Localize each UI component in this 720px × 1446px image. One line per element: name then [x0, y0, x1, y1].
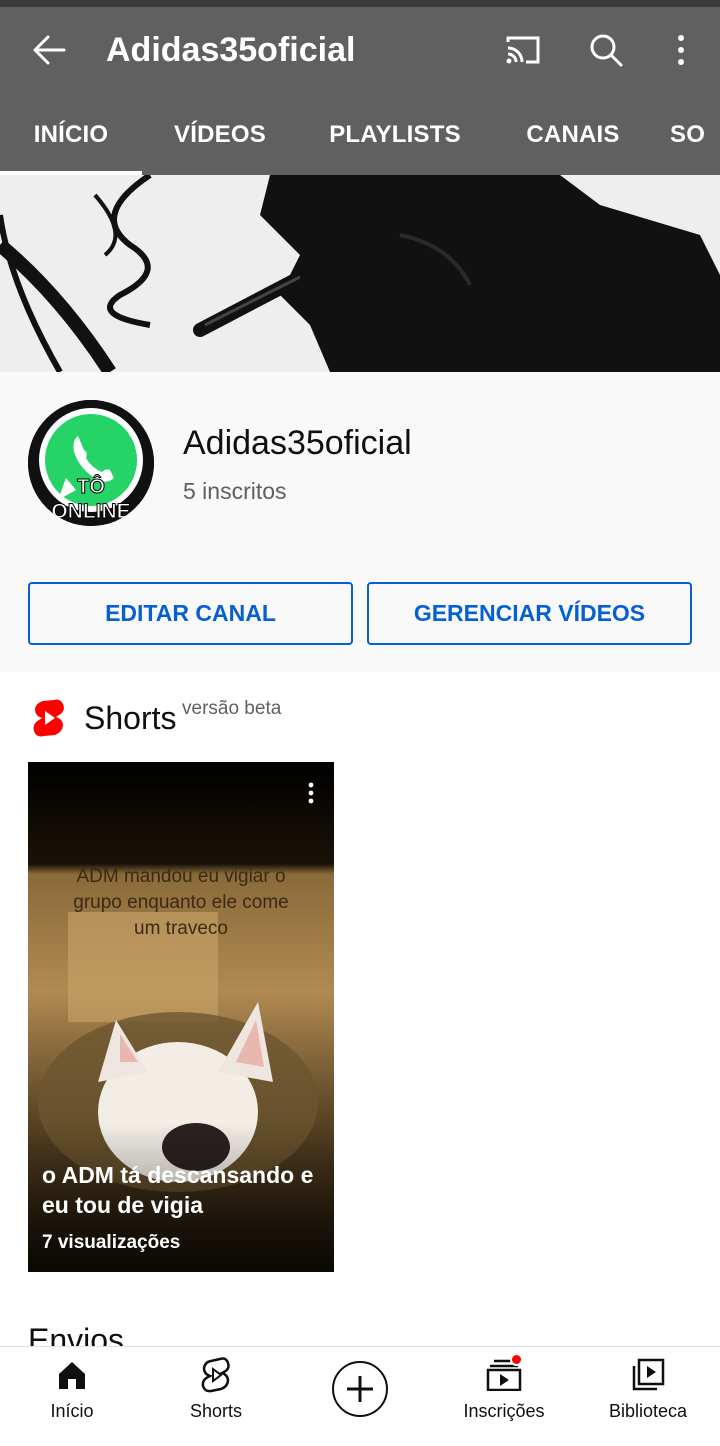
- tab-videos[interactable]: VÍDEOS: [142, 95, 298, 175]
- channel-header: TÔ ONLINE Adidas35oficial 5 inscritos ED…: [0, 372, 720, 672]
- search-button[interactable]: [580, 27, 632, 73]
- svg-text:ADM mandou eu vigiar o: ADM mandou eu vigiar o: [76, 866, 285, 887]
- channel-home-content: Shorts versão beta ADM mandou eu vigiar …: [0, 672, 720, 1346]
- channel-banner: [0, 175, 720, 372]
- cast-button[interactable]: [497, 27, 549, 73]
- cast-icon: [506, 36, 540, 64]
- short-view-count: 7 visualizações: [42, 1232, 181, 1253]
- create-button[interactable]: [332, 1361, 388, 1417]
- manage-videos-button[interactable]: GERENCIAR VÍDEOS: [367, 582, 692, 645]
- edit-channel-button[interactable]: EDITAR CANAL: [28, 582, 353, 645]
- short-more-button[interactable]: [298, 776, 324, 810]
- subscriber-count: 5 inscritos: [183, 478, 287, 504]
- short-video-card[interactable]: ADM mandou eu vigiar o grupo enquanto el…: [28, 762, 334, 1272]
- tab-inicio[interactable]: INÍCIO: [0, 95, 142, 175]
- arrow-left-icon: [33, 35, 66, 65]
- tab-sobre[interactable]: SO: [670, 95, 720, 175]
- page-title: Adidas35oficial: [106, 31, 356, 69]
- app-bar-row: Adidas35oficial: [0, 7, 720, 95]
- notification-dot: [510, 1353, 523, 1366]
- nav-home[interactable]: Início: [0, 1347, 144, 1431]
- nav-shorts[interactable]: Shorts: [144, 1347, 288, 1431]
- home-icon: [52, 1357, 92, 1393]
- status-bar: [0, 0, 720, 7]
- nav-subscriptions[interactable]: Inscrições: [432, 1347, 576, 1431]
- svg-text:grupo enquanto ele come: grupo enquanto ele come: [73, 892, 289, 913]
- library-icon: [628, 1357, 668, 1393]
- more-options-button[interactable]: [655, 27, 707, 73]
- short-title: o ADM tá descansando e eu tou de vigia: [42, 1162, 314, 1218]
- beta-badge: versão beta: [182, 698, 282, 719]
- shorts-logo-icon: [33, 699, 64, 737]
- nav-subscriptions-label: Inscrições: [463, 1401, 545, 1421]
- bottom-navigation: Início Shorts Inscrições Biblioteca: [0, 1346, 720, 1446]
- nav-shorts-label: Shorts: [189, 1401, 243, 1421]
- tab-canais[interactable]: CANAIS: [492, 95, 654, 175]
- channel-tabs: INÍCIO VÍDEOS PLAYLISTS CANAIS SO: [0, 95, 720, 175]
- svg-text:ONLINE: ONLINE: [51, 500, 130, 523]
- banner-image: [0, 175, 720, 372]
- back-button[interactable]: [24, 27, 74, 73]
- channel-name: Adidas35oficial: [183, 424, 412, 462]
- shorts-section-title: Shorts: [84, 700, 177, 736]
- more-vert-icon: [678, 35, 684, 65]
- nav-home-label: Início: [50, 1401, 94, 1421]
- plus-circle-icon: [347, 1376, 373, 1402]
- tab-playlists[interactable]: PLAYLISTS: [298, 95, 492, 175]
- shorts-icon: [196, 1357, 236, 1393]
- app-bar: Adidas35oficial INÍCIO VÍDEOS PLAYLISTS …: [0, 7, 720, 175]
- gesture-bar: [0, 1432, 720, 1446]
- svg-text:TÔ: TÔ: [77, 474, 105, 498]
- more-vert-icon: [308, 782, 314, 804]
- nav-library[interactable]: Biblioteca: [576, 1347, 720, 1431]
- whatsapp-logo-icon: TÔ ONLINE: [28, 400, 154, 526]
- search-icon: [590, 34, 623, 67]
- svg-text:um traveco: um traveco: [134, 918, 228, 939]
- nav-library-label: Biblioteca: [608, 1401, 688, 1421]
- channel-avatar[interactable]: TÔ ONLINE: [28, 400, 154, 526]
- uploads-section-title: Envios: [28, 1322, 125, 1346]
